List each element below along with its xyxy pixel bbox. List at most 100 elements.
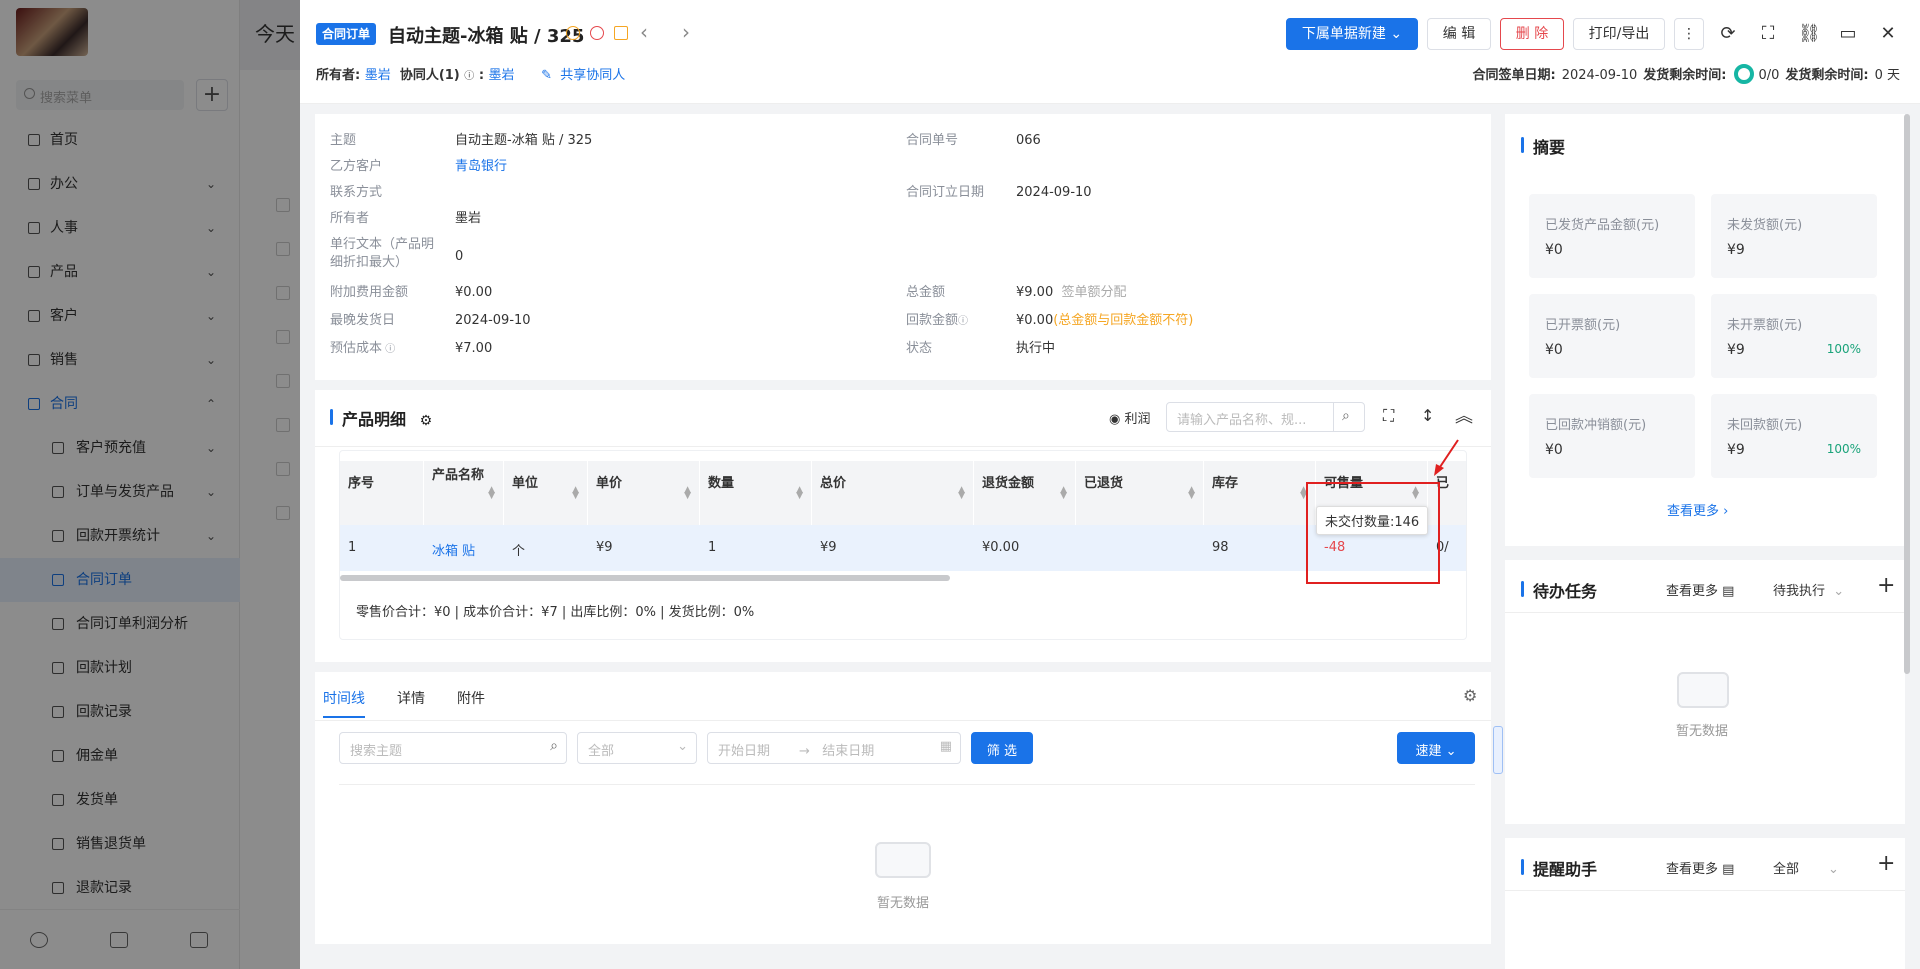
record-type-tag: 合同订单: [316, 23, 377, 45]
metric-card-5: 未回款额(元) ¥9 100%: [1711, 394, 1877, 478]
collab-label: 协同人(1): [399, 68, 460, 83]
record-title: 自动主题-冰箱 贴 / 325: [388, 26, 585, 47]
metric-value: ¥9: [1727, 442, 1745, 458]
column-header-7[interactable]: 已退货 ▲ ▼: [1076, 461, 1204, 525]
cell-8: 98: [1212, 540, 1229, 555]
more-menu-icon[interactable]: ⋮: [1674, 18, 1704, 50]
cell-1[interactable]: 冰箱 贴: [432, 540, 475, 559]
metric-card-1: 未发货额(元) ¥9: [1711, 194, 1877, 278]
help-icon: ⓘ: [464, 71, 475, 82]
todo-filter-select[interactable]: 待我执行 ⌄: [1773, 580, 1844, 599]
reminder-panel: 提醒助手 查看更多 ▤ 全部 ⌄ +: [1505, 838, 1905, 969]
sort-icon: ▲ ▼: [958, 485, 965, 501]
fullscreen-icon[interactable]: ⛶: [1758, 24, 1778, 44]
metric-value: ¥0: [1545, 342, 1563, 358]
todo-view-more[interactable]: 查看更多 ▤: [1666, 580, 1734, 599]
cell-4: 1: [708, 540, 717, 555]
summary-panel: 摘要 已发货产品金额(元) ¥0 未发货额(元) ¥9 已开票额(元) ¥0 未开票额(元)…: [1505, 114, 1905, 546]
reminder-filter-select[interactable]: 全部 ⌄: [1773, 858, 1839, 877]
table-header: 序号 产品名称 ▲ ▼ 单位 ▲ ▼ 单价 ▲ ▼ 数量 ▲ ▼ 总价 ▲ ▼ 退货金额 ▲ ▼ 已退货 ▲ ▼ 库存 ▲ ▼ 可…: [340, 461, 1466, 525]
basic-info-card: 主题 自动主题-冰箱 贴 / 325 乙方客户 青岛银行 联系方式 所有者 墨岩 单行…: [315, 114, 1491, 380]
tab-attachments[interactable]: 附件: [457, 688, 485, 708]
filter-button[interactable]: 筛 选: [971, 732, 1033, 764]
todo-panel: 待办任务 查看更多 ▤ 待我执行 ⌄ + 暂无数据: [1505, 560, 1905, 824]
collab-link[interactable]: 墨岩: [489, 68, 515, 83]
reminder-view-more[interactable]: 查看更多 ▤: [1666, 858, 1734, 877]
horizontal-scrollbar[interactable]: [340, 575, 950, 581]
share-collaborator-link[interactable]: ✎ 共享协同人: [541, 68, 625, 83]
empty-inbox-icon: [1677, 672, 1729, 708]
metric-percent: 100%: [1826, 442, 1861, 456]
collapse-up-icon[interactable]: ︽: [1455, 402, 1473, 428]
collapse-panel-handle[interactable]: [1493, 726, 1503, 774]
add-todo-button[interactable]: +: [1877, 573, 1895, 598]
radio-icon: ◉: [1109, 412, 1121, 427]
table-summary: 零售价合计：¥0 | 成本价合计：¥7 | 出库比例：0% | 发货比例：0%: [356, 605, 755, 620]
vertical-scrollbar[interactable]: [1904, 114, 1910, 674]
metric-card-0: 已发货产品金额(元) ¥0: [1529, 194, 1695, 278]
chevron-down-icon: ⌄: [1390, 26, 1403, 42]
search-icon: ⌕: [550, 738, 558, 754]
resize-height-icon[interactable]: ↕: [1421, 406, 1434, 425]
metric-card-4: 已回款冲销额(元) ¥0: [1529, 394, 1695, 478]
tab-timeline[interactable]: 时间线: [323, 688, 365, 718]
cell-0: 1: [348, 540, 357, 555]
table-row[interactable]: 1 冰箱 贴个 ¥9 1 ¥9 ¥0.00 98 -48 0/: [340, 525, 1466, 571]
sort-icon: ▲ ▼: [572, 485, 579, 501]
date-range-picker[interactable]: 开始日期 → 结束日期 ▦: [707, 732, 961, 764]
cell-6: ¥0.00: [982, 540, 1020, 555]
column-header-6[interactable]: 退货金额 ▲ ▼: [974, 461, 1076, 525]
prev-record-icon[interactable]: ‹: [640, 20, 648, 44]
empty-text: 暂无数据: [877, 896, 930, 911]
timeline-search-input[interactable]: 搜索主题 ⌕: [339, 732, 567, 764]
alert-icon[interactable]: [590, 26, 604, 40]
note-icon[interactable]: [614, 26, 628, 40]
sort-icon: ▲ ▼: [1060, 485, 1067, 501]
refresh-icon[interactable]: ⟳: [1718, 24, 1738, 44]
column-header-8[interactable]: 库存 ▲ ▼: [1204, 461, 1316, 525]
chevron-down-icon: ⌄: [1827, 862, 1839, 877]
type-select[interactable]: 全部 ⌄: [577, 732, 697, 764]
cell-5: ¥9: [820, 540, 837, 555]
gear-icon[interactable]: ⚙: [1463, 686, 1477, 705]
drawer-header: 合同订单 自动主题-冰箱 贴 / 325 ‹ › 所有者: 墨岩 协同人(1) …: [300, 0, 1920, 104]
close-icon[interactable]: ✕: [1878, 24, 1898, 44]
column-header-1[interactable]: 产品名称 ▲ ▼: [424, 461, 504, 525]
dock-icon[interactable]: ▭: [1838, 24, 1858, 44]
column-header-0[interactable]: 序号: [340, 461, 424, 525]
add-reminder-button[interactable]: +: [1877, 851, 1895, 876]
column-header-3[interactable]: 单价 ▲ ▼: [588, 461, 700, 525]
profit-toggle[interactable]: ◉ 利润: [1109, 408, 1151, 427]
next-record-icon[interactable]: ›: [682, 20, 690, 44]
customer-link[interactable]: 青岛银行: [455, 158, 507, 176]
link-icon[interactable]: ⛓: [1798, 24, 1821, 44]
delete-button[interactable]: 删 除: [1500, 18, 1564, 50]
sort-icon: ▲ ▼: [684, 485, 691, 501]
search-button[interactable]: ⌕: [1333, 402, 1365, 432]
sign-date-value: 2024-09-10: [1561, 68, 1638, 83]
column-header-2[interactable]: 单位 ▲ ▼: [504, 461, 588, 525]
follow-icon[interactable]: [566, 26, 580, 40]
metric-label: 已开票额(元): [1545, 318, 1621, 333]
undelivered-tooltip: 未交付数量:146: [1316, 506, 1429, 535]
book-icon: ▤: [1722, 584, 1735, 599]
edit-button[interactable]: 编 辑: [1427, 18, 1491, 50]
sort-icon: ▲ ▼: [1188, 485, 1195, 501]
metric-card-2: 已开票额(元) ¥0: [1529, 294, 1695, 378]
expand-icon[interactable]: ⛶: [1383, 406, 1394, 426]
print-export-button[interactable]: 打印/导出: [1573, 18, 1665, 50]
tab-details[interactable]: 详情: [397, 688, 425, 708]
gear-icon[interactable]: ⚙: [420, 413, 433, 429]
subordinate-new-button[interactable]: 下属单据新建 ⌄: [1286, 18, 1418, 50]
column-header-5[interactable]: 总价 ▲ ▼: [812, 461, 974, 525]
collab-sep: :: [478, 68, 485, 83]
amount-allocation-link[interactable]: 签单额分配: [1061, 285, 1126, 300]
metric-label: 已发货产品金额(元): [1545, 218, 1660, 233]
metric-percent: 100%: [1826, 342, 1861, 356]
quick-create-button[interactable]: 速建 ⌄: [1397, 732, 1475, 764]
product-search-input[interactable]: 请输入产品名称、规...: [1166, 402, 1334, 432]
view-more-link[interactable]: 查看更多 ›: [1667, 500, 1728, 519]
owner-link[interactable]: 墨岩: [365, 68, 391, 83]
column-header-4[interactable]: 数量 ▲ ▼: [700, 461, 812, 525]
ship-ratio-value: 0/0: [1758, 68, 1780, 83]
